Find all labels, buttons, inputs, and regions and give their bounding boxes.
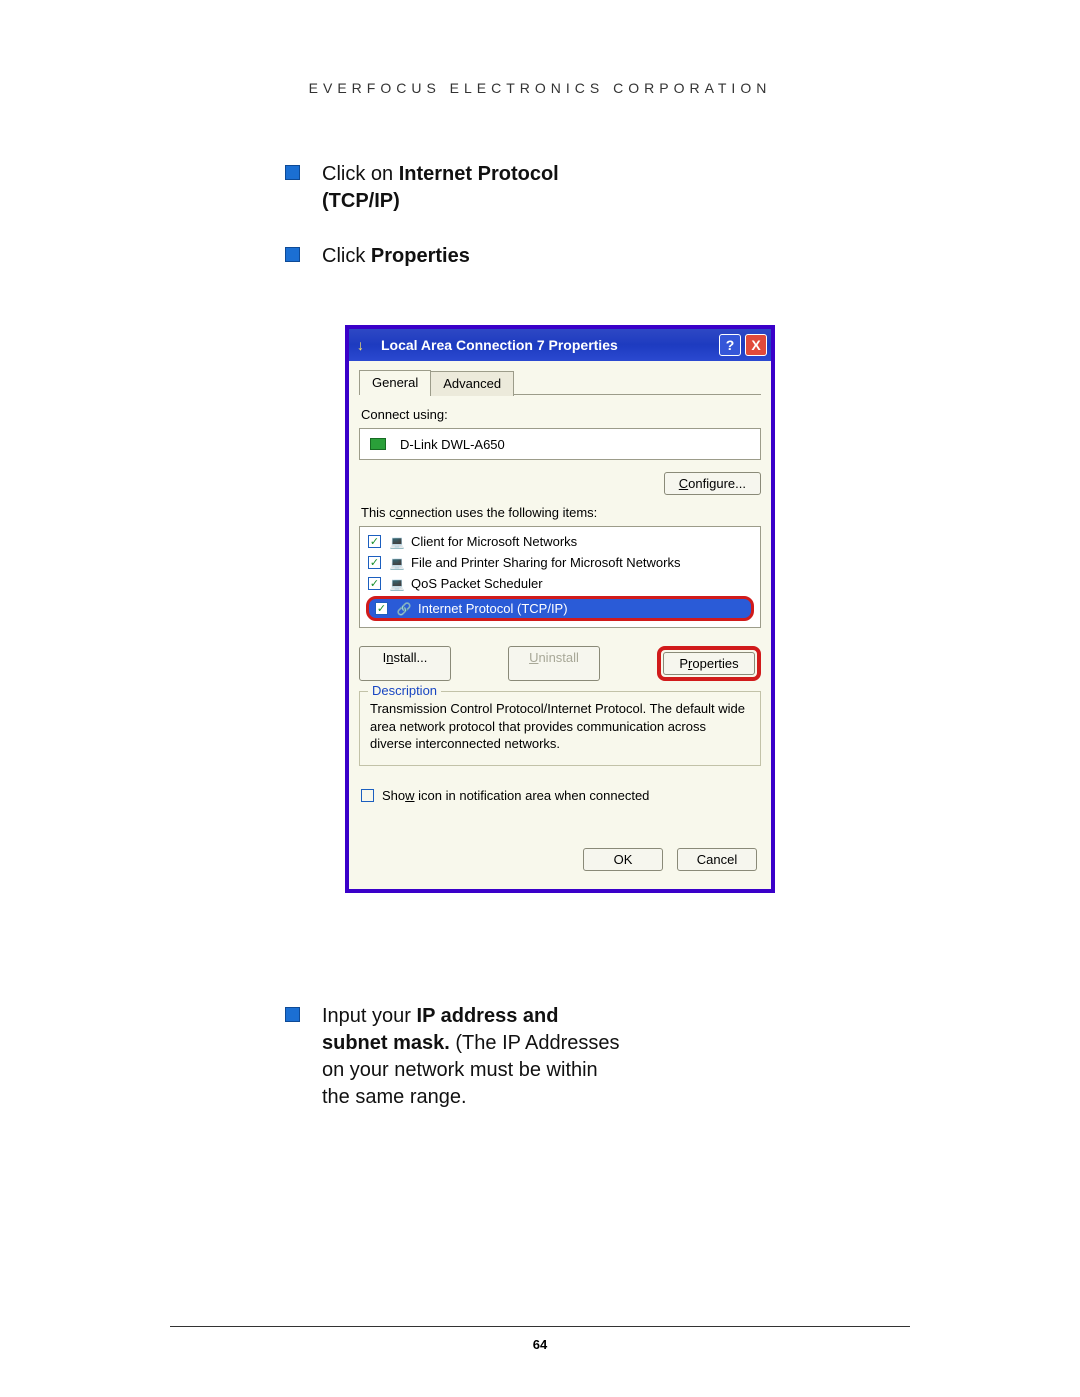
description-group: Description Transmission Control Protoco…	[359, 691, 761, 766]
document-page: EVERFOCUS ELECTRONICS CORPORATION Click …	[0, 0, 1080, 1199]
cancel-button[interactable]: Cancel	[677, 848, 757, 871]
list-item[interactable]: ✓ 💻 Client for Microsoft Networks	[362, 531, 758, 552]
checkbox-icon[interactable]: ✓	[368, 577, 381, 590]
item-label: QoS Packet Scheduler	[411, 576, 543, 591]
nic-icon	[370, 438, 386, 450]
item-label: Internet Protocol (TCP/IP)	[418, 601, 568, 616]
checkbox-icon[interactable]: ✓	[368, 556, 381, 569]
dialog-client-area: General Advanced Connect using: D-Link D…	[349, 361, 771, 889]
checkbox-icon[interactable]: ✓	[368, 535, 381, 548]
help-button[interactable]: ?	[719, 334, 741, 356]
description-text: Transmission Control Protocol/Internet P…	[370, 700, 750, 753]
footer-rule	[170, 1326, 910, 1327]
instruction-bullet-2: Click Properties	[285, 243, 625, 270]
show-icon-label: Show icon in notification area when conn…	[382, 788, 649, 803]
text-bold: Properties	[371, 245, 470, 267]
xp-window: ↓ Local Area Connection 7 Properties ? X…	[345, 325, 775, 893]
protocol-icon: 🔗	[396, 602, 412, 616]
highlight-ring: Properties	[657, 646, 761, 681]
instruction-bullet-1: Click on Internet Protocol (TCP/IP)	[285, 161, 625, 215]
bullet-text: Input your IP address and subnet mask. (…	[322, 1003, 625, 1111]
ok-button[interactable]: OK	[583, 848, 663, 871]
tab-advanced[interactable]: Advanced	[430, 371, 514, 396]
service-icon: 💻	[389, 577, 405, 591]
client-icon: 💻	[389, 535, 405, 549]
tab-general[interactable]: General	[359, 370, 431, 395]
titlebar[interactable]: ↓ Local Area Connection 7 Properties ? X	[349, 329, 771, 361]
show-icon-row[interactable]: Show icon in notification area when conn…	[361, 788, 761, 803]
text-plain: Click	[322, 245, 371, 267]
instruction-bullet-3: Input your IP address and subnet mask. (…	[285, 1003, 625, 1111]
configure-button[interactable]: CConfigure...onfigure...	[664, 472, 761, 495]
text-plain: Input your	[322, 1005, 417, 1027]
uninstall-button: Uninstall	[508, 646, 600, 681]
item-label: File and Printer Sharing for Microsoft N…	[411, 555, 680, 570]
tab-strip: General Advanced	[359, 369, 761, 395]
item-label: Client for Microsoft Networks	[411, 534, 577, 549]
page-header: EVERFOCUS ELECTRONICS CORPORATION	[170, 80, 910, 96]
list-item-selected[interactable]: ✓ 🔗 Internet Protocol (TCP/IP)	[366, 596, 754, 621]
install-button[interactable]: Install...	[359, 646, 451, 681]
items-label: This connection uses the following items…	[361, 505, 761, 520]
dialog-screenshot: ↓ Local Area Connection 7 Properties ? X…	[345, 325, 775, 893]
items-listbox[interactable]: ✓ 💻 Client for Microsoft Networks ✓ 💻 Fi…	[359, 526, 761, 628]
page-number: 64	[0, 1337, 1080, 1352]
list-item[interactable]: ✓ 💻 File and Printer Sharing for Microso…	[362, 552, 758, 573]
square-bullet-icon	[285, 247, 300, 262]
connect-using-label: Connect using:	[361, 407, 761, 422]
adapter-field[interactable]: D-Link DWL-A650	[359, 428, 761, 460]
checkbox-icon[interactable]: ✓	[375, 602, 388, 615]
dialog-footer: OK Cancel	[359, 848, 757, 871]
list-item[interactable]: ✓ 💻 QoS Packet Scheduler	[362, 573, 758, 594]
checkbox-icon[interactable]	[361, 789, 374, 802]
bullet-text: Click Properties	[322, 243, 470, 270]
adapter-name: D-Link DWL-A650	[400, 437, 505, 452]
group-title: Description	[368, 683, 441, 698]
close-button[interactable]: X	[745, 334, 767, 356]
text-plain: Click on	[322, 163, 399, 185]
service-icon: 💻	[389, 556, 405, 570]
button-row: Install... Uninstall Properties	[359, 646, 761, 681]
window-icon: ↓	[357, 337, 373, 353]
square-bullet-icon	[285, 1007, 300, 1022]
window-title: Local Area Connection 7 Properties	[381, 337, 715, 353]
properties-button[interactable]: Properties	[663, 652, 755, 675]
square-bullet-icon	[285, 165, 300, 180]
bullet-text: Click on Internet Protocol (TCP/IP)	[322, 161, 625, 215]
